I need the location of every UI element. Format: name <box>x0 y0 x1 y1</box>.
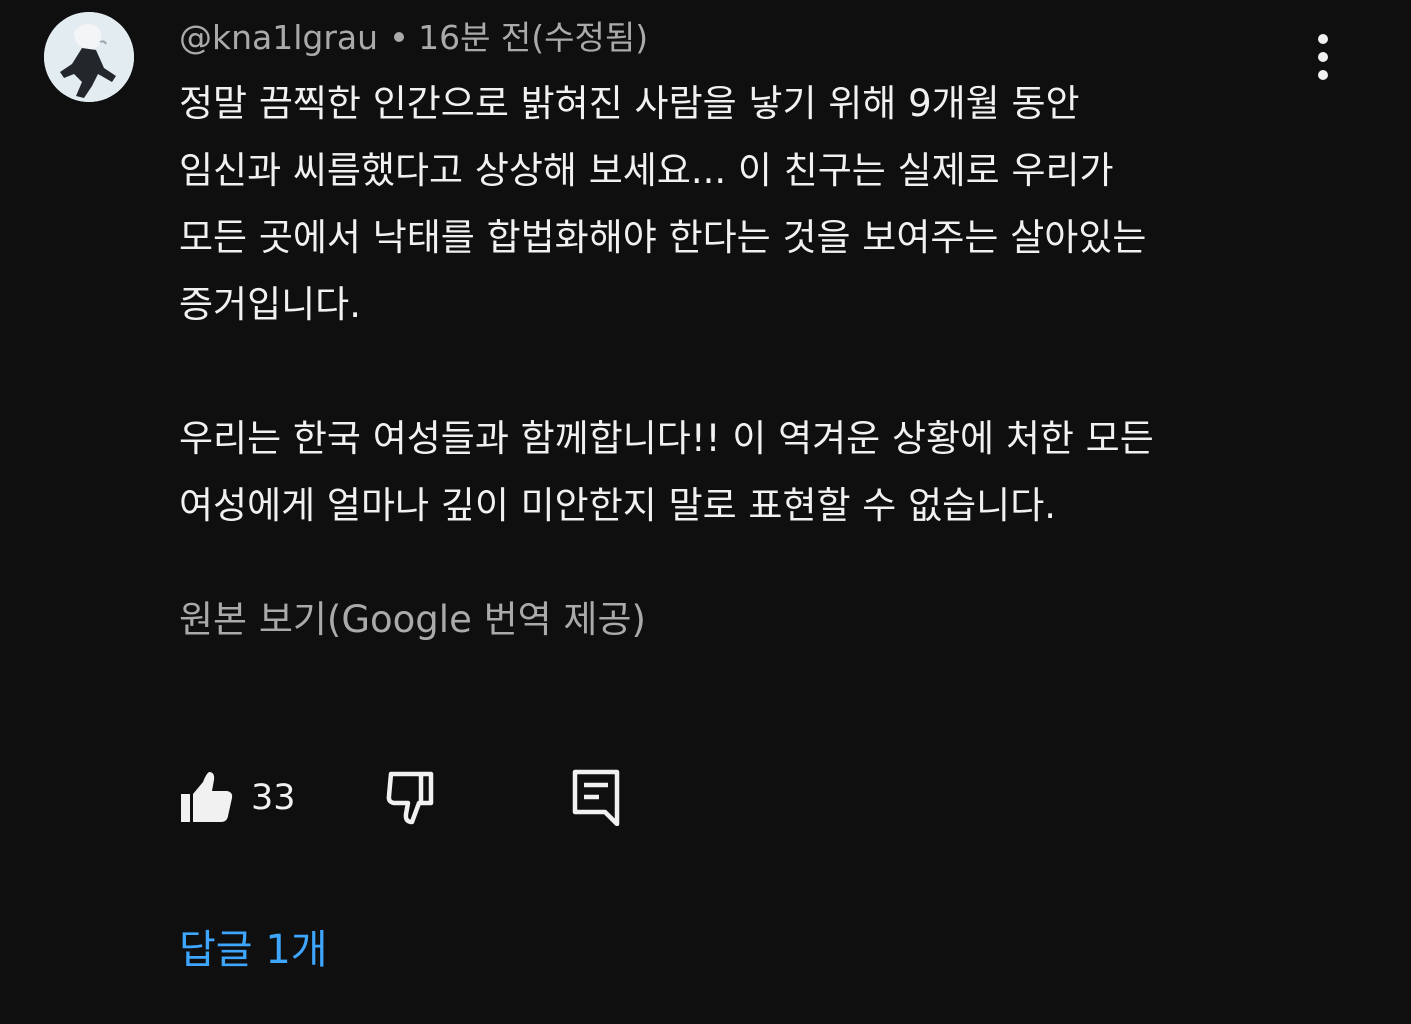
thumbs-down-icon <box>386 771 434 825</box>
comment-line: 모든 곳에서 낙태를 합법화해야 한다는 것을 보여주는 살아있는 <box>179 216 1147 259</box>
reply-button[interactable] <box>571 768 621 827</box>
more-vertical-icon <box>1318 34 1328 44</box>
view-replies-link[interactable]: 답글 1개 <box>179 922 328 978</box>
comment-header: @kna1lgrau 16분 전(수정됨) <box>179 16 648 60</box>
like-button[interactable] <box>179 770 235 826</box>
reply-comment-icon <box>572 769 620 827</box>
comment-blank-line <box>179 338 1309 405</box>
comment-text: 정말 끔찍한 인간으로 밝혀진 사람을 낳기 위해 9개월 동안 임신과 씨름했… <box>179 70 1309 539</box>
thumbs-up-icon <box>181 772 233 822</box>
comment-line: 여성에게 얼마나 깊이 미안한지 말로 표현할 수 없습니다. <box>179 484 1057 527</box>
avatar[interactable] <box>44 12 134 102</box>
comment-line: 우리는 한국 여성들과 함께합니다!! 이 역겨운 상황에 처한 모든 <box>179 417 1154 460</box>
more-vertical-icon-dot <box>1318 52 1328 62</box>
comment-line: 정말 끔찍한 인간으로 밝혀진 사람을 낳기 위해 9개월 동안 <box>179 82 1080 125</box>
more-vertical-icon-dot <box>1318 70 1328 80</box>
comment-timestamp[interactable]: 16분 전(수정됨) <box>418 18 648 57</box>
like-count: 33 <box>251 778 296 818</box>
avatar-image <box>44 12 134 102</box>
comment-line: 증거입니다. <box>179 283 361 326</box>
separator-dot <box>394 31 405 42</box>
comment-line: 임신과 씨름했다고 상상해 보세요... 이 친구는 실제로 우리가 <box>179 149 1114 192</box>
show-original-link[interactable]: 원본 보기(Google 번역 제공) <box>179 592 646 648</box>
dislike-button[interactable] <box>385 770 441 826</box>
author-name[interactable]: @kna1lgrau <box>179 18 378 57</box>
